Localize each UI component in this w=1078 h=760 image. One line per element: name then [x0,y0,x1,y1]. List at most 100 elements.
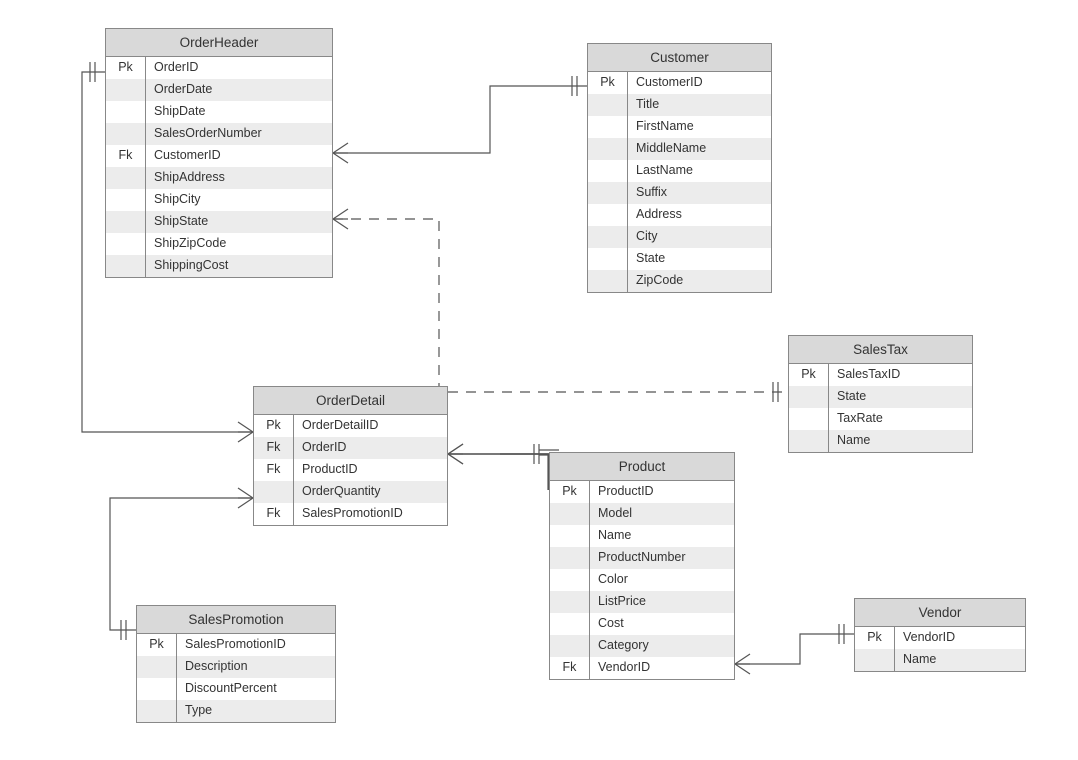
attr-cell: Address [628,204,771,226]
attr-cell: SalesPromotionID [294,503,447,525]
key-cell [106,255,146,277]
entity-row: ListPrice [550,591,734,613]
entity-product-rows: PkProductIDModelNameProductNumberColorLi… [550,481,734,679]
attr-cell: TaxRate [829,408,972,430]
entity-orderheader: OrderHeader PkOrderIDOrderDateShipDateSa… [105,28,333,278]
entity-row: PkVendorID [855,627,1025,649]
attr-cell: Suffix [628,182,771,204]
entity-row: FkProductID [254,459,447,481]
attr-cell: Color [590,569,734,591]
key-cell [588,204,628,226]
key-cell: Pk [254,415,294,437]
attr-cell: LastName [628,160,771,182]
key-cell [550,569,590,591]
rel-orderdetail-product-main [448,444,549,464]
entity-orderdetail-rows: PkOrderDetailIDFkOrderIDFkProductIDOrder… [254,415,447,525]
entity-row: Cost [550,613,734,635]
attr-cell: ShipState [146,211,332,233]
key-cell: Fk [254,503,294,525]
key-cell [588,94,628,116]
key-cell [137,700,177,722]
entity-row: Name [550,525,734,547]
key-cell: Pk [137,634,177,656]
key-cell [588,226,628,248]
key-cell [137,678,177,700]
entity-orderdetail: OrderDetail PkOrderDetailIDFkOrderIDFkPr… [253,386,448,526]
entity-row: OrderQuantity [254,481,447,503]
entity-row: MiddleName [588,138,771,160]
entity-row: OrderDate [106,79,332,101]
key-cell [106,167,146,189]
attr-cell: ShipCity [146,189,332,211]
attr-cell: CustomerID [628,72,771,94]
entity-row: FirstName [588,116,771,138]
entity-row: Suffix [588,182,771,204]
entity-row: TaxRate [789,408,972,430]
key-cell [550,635,590,657]
key-cell [550,503,590,525]
entity-product: Product PkProductIDModelNameProductNumbe… [549,452,735,680]
attr-cell: State [829,386,972,408]
key-cell [588,248,628,270]
key-cell [106,233,146,255]
attr-cell: Title [628,94,771,116]
entity-row: ProductNumber [550,547,734,569]
entity-row: ShipZipCode [106,233,332,255]
entity-customer-rows: PkCustomerIDTitleFirstNameMiddleNameLast… [588,72,771,292]
entity-row: PkCustomerID [588,72,771,94]
key-cell: Fk [106,145,146,167]
key-cell: Pk [789,364,829,386]
attr-cell: OrderID [146,57,332,79]
key-cell [137,656,177,678]
key-cell: Fk [550,657,590,679]
key-cell [550,613,590,635]
attr-cell: Cost [590,613,734,635]
attr-cell: OrderID [294,437,447,459]
entity-customer-title: Customer [588,44,771,72]
entity-salestax-title: SalesTax [789,336,972,364]
attr-cell: ProductID [590,481,734,503]
entity-row: DiscountPercent [137,678,335,700]
key-cell: Pk [106,57,146,79]
attr-cell: Name [895,649,1025,671]
entity-row: PkSalesPromotionID [137,634,335,656]
attr-cell: OrderDate [146,79,332,101]
attr-cell: Type [177,700,335,722]
entity-row: Model [550,503,734,525]
entity-row: SalesOrderNumber [106,123,332,145]
key-cell [106,101,146,123]
rel-product-vendor [735,624,854,674]
attr-cell: SalesOrderNumber [146,123,332,145]
entity-vendor-title: Vendor [855,599,1025,627]
entity-row: Title [588,94,771,116]
key-cell [789,430,829,452]
key-cell [550,525,590,547]
entity-row: PkOrderID [106,57,332,79]
attr-cell: Category [590,635,734,657]
key-cell [254,481,294,503]
entity-row: ZipCode [588,270,771,292]
entity-row: ShipDate [106,101,332,123]
attr-cell: ShipAddress [146,167,332,189]
key-cell [588,138,628,160]
attr-cell: State [628,248,771,270]
entity-row: Description [137,656,335,678]
attr-cell: DiscountPercent [177,678,335,700]
key-cell [106,123,146,145]
entity-row: Name [855,649,1025,671]
entity-row: Name [789,430,972,452]
entity-row: Address [588,204,771,226]
attr-cell: Model [590,503,734,525]
attr-cell: OrderDetailID [294,415,447,437]
entity-salestax: SalesTax PkSalesTaxIDStateTaxRateName [788,335,973,453]
key-cell [588,182,628,204]
entity-row: State [588,248,771,270]
entity-salespromotion-title: SalesPromotion [137,606,335,634]
entity-row: PkProductID [550,481,734,503]
entity-customer: Customer PkCustomerIDTitleFirstNameMiddl… [587,43,772,293]
entity-row: FkSalesPromotionID [254,503,447,525]
key-cell [789,408,829,430]
entity-vendor: Vendor PkVendorIDName [854,598,1026,672]
key-cell: Fk [254,459,294,481]
attr-cell: SalesTaxID [829,364,972,386]
